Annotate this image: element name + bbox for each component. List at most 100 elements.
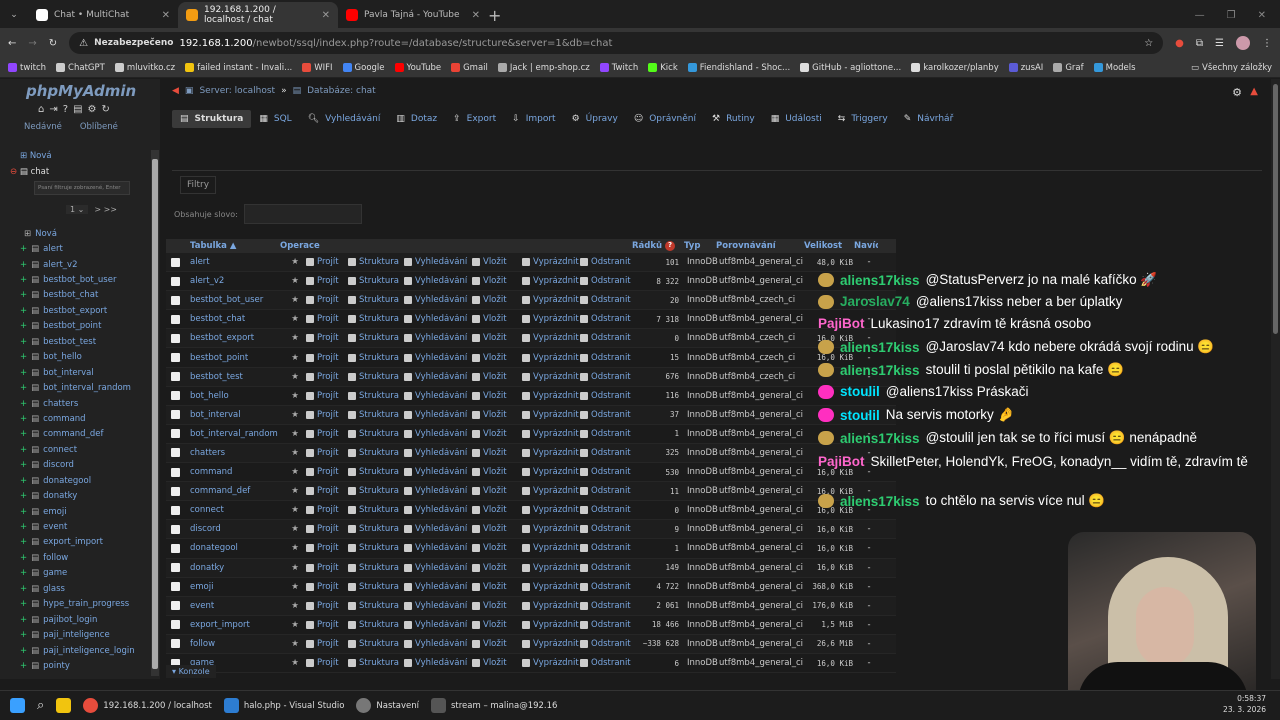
expand-icon[interactable]: + — [20, 290, 27, 300]
tree-table-item[interactable]: + ▤ bot_interval — [0, 365, 150, 380]
tab-úpravy[interactable]: ⚙ Úpravy — [564, 110, 626, 128]
tab-oprávnění[interactable]: ☺ Oprávnění — [626, 110, 704, 128]
expand-icon[interactable]: + — [20, 414, 27, 424]
favorite-star-icon[interactable]: ★ — [284, 295, 306, 305]
op-odstranit-link[interactable]: Odstranit — [580, 276, 635, 286]
minimize-icon[interactable]: — — [1195, 10, 1205, 21]
op-vyhledávání-link[interactable]: Vyhledávání — [404, 448, 472, 458]
tree-table-item[interactable]: + ▤ paji_inteligence_login — [0, 643, 150, 658]
op-vložit-link[interactable]: Vložit — [472, 391, 522, 401]
favorite-star-icon[interactable]: ★ — [284, 486, 306, 496]
favorite-star-icon[interactable]: ★ — [284, 524, 306, 534]
row-checkbox[interactable] — [166, 353, 184, 363]
row-checkbox[interactable] — [166, 410, 184, 420]
op-vyprázdnit-link[interactable]: Vyprázdnit — [522, 543, 580, 553]
row-checkbox[interactable] — [166, 314, 184, 324]
op-vyhledávání-link[interactable]: Vyhledávání — [404, 505, 472, 515]
table-size[interactable]: 1,5 MiB — [807, 620, 857, 629]
expand-icon[interactable]: + — [20, 368, 27, 378]
op-vyprázdnit-link[interactable]: Vyprázdnit — [522, 658, 580, 668]
op-vyprázdnit-link[interactable]: Vyprázdnit — [522, 467, 580, 477]
favorite-star-icon[interactable]: ★ — [284, 333, 306, 343]
table-size[interactable]: 16,0 KiB — [807, 659, 857, 668]
favorites-link[interactable]: Oblíbené — [80, 122, 118, 132]
help-icon[interactable]: ? — [63, 104, 68, 115]
tree-table-item[interactable]: + ▤ bot_interval_random — [0, 380, 150, 395]
row-checkbox[interactable] — [166, 601, 184, 611]
expand-icon[interactable]: + — [20, 321, 27, 331]
tab-sql[interactable]: ▦ SQL — [251, 110, 299, 128]
tab-import[interactable]: ⇩ Import — [504, 110, 563, 128]
expand-icon[interactable]: + — [20, 399, 27, 409]
table-size[interactable]: 368,0 KiB — [807, 582, 857, 591]
op-vyhledávání-link[interactable]: Vyhledávání — [404, 410, 472, 420]
op-vyhledávání-link[interactable]: Vyhledávání — [404, 658, 472, 668]
op-struktura-link[interactable]: Struktura — [348, 543, 404, 553]
reload-icon[interactable]: ↻ — [49, 38, 57, 49]
col-header-collation[interactable]: Porovnávání — [716, 241, 804, 251]
bookmark-item[interactable]: Gmail — [451, 63, 488, 73]
tree-table-item[interactable]: + ▤ export_import — [0, 535, 150, 550]
op-struktura-link[interactable]: Struktura — [348, 410, 404, 420]
op-vyprázdnit-link[interactable]: Vyprázdnit — [522, 429, 580, 439]
op-odstranit-link[interactable]: Odstranit — [580, 410, 635, 420]
tab-návrhář[interactable]: ✎ Návrhář — [896, 110, 962, 128]
bookmark-item[interactable]: YouTube — [394, 63, 441, 73]
op-vyprázdnit-link[interactable]: Vyprázdnit — [522, 257, 580, 267]
expand-icon[interactable]: + — [20, 491, 27, 501]
op-odstranit-link[interactable]: Odstranit — [580, 658, 635, 668]
row-checkbox[interactable] — [166, 582, 184, 592]
op-struktura-link[interactable]: Struktura — [348, 372, 404, 382]
all-bookmarks-folder[interactable]: ▭ Všechny záložky — [1191, 63, 1272, 73]
favorite-star-icon[interactable]: ★ — [284, 257, 306, 267]
bookmark-item[interactable]: twitch — [8, 63, 46, 73]
op-vyprázdnit-link[interactable]: Vyprázdnit — [522, 505, 580, 515]
tree-table-item[interactable]: + ▤ emoji — [0, 504, 150, 519]
tab-search-button[interactable]: ⌄ — [0, 2, 28, 28]
op-odstranit-link[interactable]: Odstranit — [580, 391, 635, 401]
taskbar-chrome[interactable]: 192.168.1.200 / localhost — [83, 698, 212, 713]
table-name-link[interactable]: discord — [184, 524, 284, 534]
op-vyprázdnit-link[interactable]: Vyprázdnit — [522, 295, 580, 305]
bookmark-item[interactable]: Twitch — [599, 63, 638, 73]
breadcrumb-server[interactable]: Server: localhost — [199, 86, 275, 96]
op-struktura-link[interactable]: Struktura — [348, 257, 404, 267]
expand-icon[interactable]: + — [20, 460, 27, 470]
bookmark-item[interactable]: Google — [342, 63, 385, 73]
row-checkbox[interactable] — [166, 639, 184, 649]
favorite-star-icon[interactable]: ★ — [284, 391, 306, 401]
op-odstranit-link[interactable]: Odstranit — [580, 372, 635, 382]
expand-icon[interactable]: + — [20, 383, 27, 393]
pma-logo[interactable]: phpMyAdmin — [26, 82, 136, 100]
op-vyprázdnit-link[interactable]: Vyprázdnit — [522, 410, 580, 420]
table-name-link[interactable]: command_def — [184, 486, 284, 496]
op-projít-link[interactable]: Projít — [306, 524, 348, 534]
op-vyhledávání-link[interactable]: Vyhledávání — [404, 429, 472, 439]
op-struktura-link[interactable]: Struktura — [348, 295, 404, 305]
expand-icon[interactable]: + — [20, 584, 27, 594]
favorite-star-icon[interactable]: ★ — [284, 505, 306, 515]
op-projít-link[interactable]: Projít — [306, 314, 348, 324]
op-struktura-link[interactable]: Struktura — [348, 276, 404, 286]
row-checkbox[interactable] — [166, 448, 184, 458]
op-vložit-link[interactable]: Vložit — [472, 486, 522, 496]
tree-table-item[interactable]: + ▤ alert_v2 — [0, 257, 150, 272]
forward-icon[interactable]: → — [28, 38, 36, 49]
favorite-star-icon[interactable]: ★ — [284, 563, 306, 573]
expand-icon[interactable]: + — [20, 646, 27, 656]
col-header-name[interactable]: Tabulka ▲ — [184, 241, 280, 251]
op-odstranit-link[interactable]: Odstranit — [580, 620, 635, 630]
op-struktura-link[interactable]: Struktura — [348, 563, 404, 573]
expand-icon[interactable]: + — [20, 615, 27, 625]
row-checkbox[interactable] — [166, 505, 184, 515]
op-vyprázdnit-link[interactable]: Vyprázdnit — [522, 372, 580, 382]
table-name-link[interactable]: emoji — [184, 582, 284, 592]
op-struktura-link[interactable]: Struktura — [348, 524, 404, 534]
op-vložit-link[interactable]: Vložit — [472, 524, 522, 534]
op-vyprázdnit-link[interactable]: Vyprázdnit — [522, 353, 580, 363]
bookmark-item[interactable]: ChatGPT — [56, 63, 105, 73]
op-projít-link[interactable]: Projít — [306, 543, 348, 553]
tree-table-item[interactable]: + ▤ pointy — [0, 658, 150, 673]
bookmark-item[interactable]: karolkozer/planby — [911, 63, 999, 73]
row-checkbox[interactable] — [166, 372, 184, 382]
